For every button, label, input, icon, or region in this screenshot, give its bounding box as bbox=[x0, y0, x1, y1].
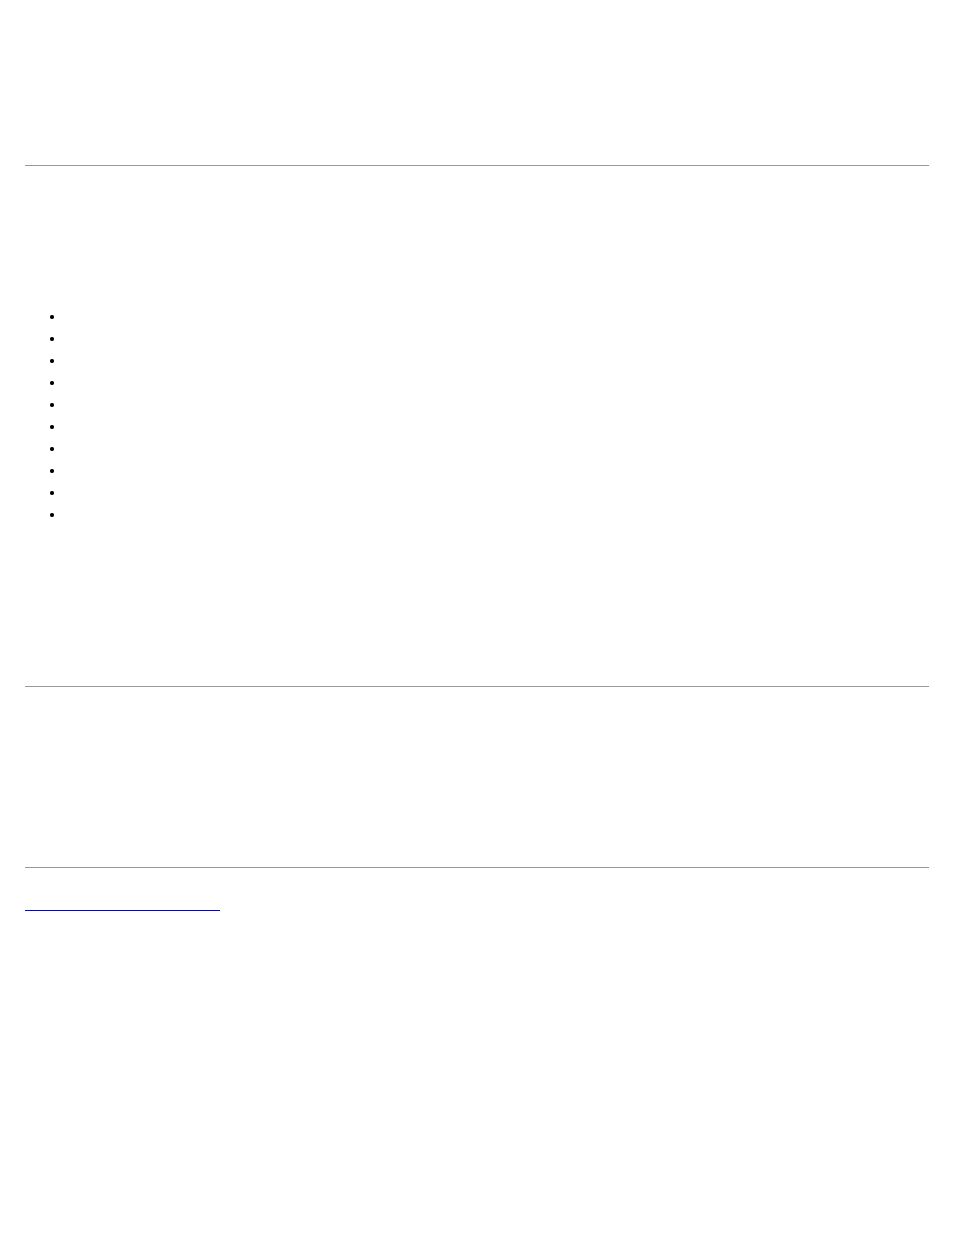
list-item bbox=[65, 328, 929, 350]
list-item bbox=[65, 372, 929, 394]
spacer-4 bbox=[25, 687, 929, 867]
spacer-2 bbox=[25, 166, 929, 306]
list-item bbox=[65, 350, 929, 372]
list-item bbox=[65, 306, 929, 328]
list-item bbox=[65, 504, 929, 526]
spacer-3 bbox=[25, 526, 929, 686]
list-item bbox=[65, 438, 929, 460]
spacer-5 bbox=[25, 868, 929, 898]
spacer-top bbox=[25, 25, 929, 165]
bullet-list bbox=[25, 306, 929, 526]
list-item bbox=[65, 460, 929, 482]
list-item bbox=[65, 482, 929, 504]
list-item bbox=[65, 416, 929, 438]
link[interactable] bbox=[25, 909, 220, 911]
list-item bbox=[65, 394, 929, 416]
